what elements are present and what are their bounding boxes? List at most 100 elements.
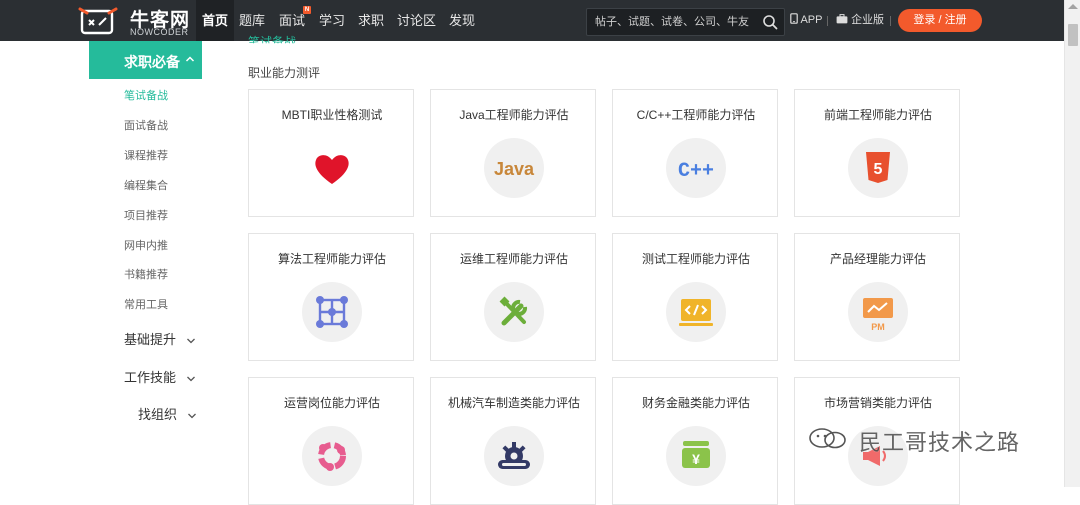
java-icon: Java: [494, 159, 535, 179]
nav-learn[interactable]: 学习: [319, 0, 345, 41]
divider: [890, 16, 891, 26]
card-title: 运营岗位能力评估: [283, 396, 380, 410]
card-title: 测试工程师能力评估: [641, 252, 750, 266]
gear-icon: [498, 442, 530, 469]
card-title: 机械汽车制造类能力评估: [447, 396, 580, 410]
card-icon-wrap: [302, 426, 362, 486]
card-title: 财务金融类能力评估: [641, 396, 750, 410]
logo[interactable]: 牛客网 NOWCODER: [78, 3, 193, 39]
wechat-icon: [809, 428, 846, 449]
phone-icon: [790, 13, 798, 24]
nav-interview-label: 面试: [279, 13, 306, 28]
chevron-down-icon: [187, 413, 196, 418]
card-title: 产品经理能力评估: [829, 252, 926, 266]
scroll-up-arrow-icon[interactable]: [1068, 4, 1078, 9]
card-title: 市场营销类能力评估: [823, 396, 932, 410]
assessment-card-mbti[interactable]: MBTI职业性格测试: [248, 89, 414, 217]
nav-jobs[interactable]: 求职: [358, 0, 384, 41]
new-badge: N: [303, 6, 312, 14]
card-icon-wrap: [302, 282, 362, 342]
svg-text:5: 5: [874, 161, 883, 178]
assessment-card-qa[interactable]: 测试工程师能力评估: [612, 233, 778, 361]
tools-icon: [499, 296, 528, 326]
app-label: APP: [800, 14, 823, 26]
watermark-text: 民工哥技术之路: [859, 430, 1021, 455]
breadcrumb[interactable]: 笔试备战: [248, 33, 296, 43]
assessment-card-ops[interactable]: 运维工程师能力评估: [430, 233, 596, 361]
top-navbar: 牛客网 NOWCODER 首页 题库 面试 N 学习 求职 讨论区 发现 APP…: [0, 0, 1064, 41]
chevron-up-icon: [185, 56, 195, 62]
html5-icon: 5: [866, 152, 890, 183]
sidebar-item-tools[interactable]: 常用工具: [124, 296, 168, 312]
card-icon-wrap: [484, 282, 544, 342]
code-icon: [679, 299, 713, 326]
card-icon-wrap: Java: [484, 138, 544, 198]
heart-icon: [315, 155, 349, 184]
sidebar-group-work-skills[interactable]: 工作技能: [124, 367, 196, 386]
card-title: C/C++工程师能力评估: [636, 108, 756, 122]
sidebar-group-label: 基础提升: [124, 332, 177, 347]
nav-discuss[interactable]: 讨论区: [397, 0, 436, 41]
card-title: 前端工程师能力评估: [823, 108, 932, 122]
sidebar-group-job-essentials[interactable]: 求职必备: [89, 41, 202, 79]
svg-text:¥: ¥: [692, 451, 700, 467]
card-icon-wrap: [484, 426, 544, 486]
app-link[interactable]: APP: [790, 0, 822, 41]
sidebar-item-programming[interactable]: 编程集合: [124, 177, 168, 193]
briefcase-icon: [836, 14, 848, 24]
card-title: MBTI职业性格测试: [281, 108, 383, 122]
sidebar-item-books[interactable]: 书籍推荐: [124, 266, 168, 282]
sidebar-group-label: 求职必备: [124, 54, 180, 70]
card-icon-wrap: 5: [848, 138, 908, 198]
assessment-card-finance[interactable]: 财务金融类能力评估 ¥: [612, 377, 778, 505]
algorithm-icon: [316, 296, 348, 328]
sidebar-item-interview-prep[interactable]: 面试备战: [124, 117, 168, 133]
sidebar-group-fundamentals[interactable]: 基础提升: [124, 329, 196, 348]
sidebar-group-label: 工作技能: [124, 370, 177, 385]
svg-text:Java: Java: [494, 159, 535, 179]
chevron-down-icon: [186, 338, 195, 343]
assessment-card-cpp[interactable]: C/C++工程师能力评估 C++: [612, 89, 778, 217]
svg-text:PM: PM: [871, 322, 885, 332]
assessment-card-mechanical[interactable]: 机械汽车制造类能力评估: [430, 377, 596, 505]
enterprise-label: 企业版: [851, 14, 885, 26]
card-title: 算法工程师能力评估: [277, 252, 386, 266]
section-title: 职业能力测评: [248, 66, 321, 80]
logo-icon: [78, 7, 118, 35]
assessment-card-java[interactable]: Java工程师能力评估 Java: [430, 89, 596, 217]
scroll-thumb[interactable]: [1068, 24, 1078, 46]
assessment-card-algorithm[interactable]: 算法工程师能力评估: [248, 233, 414, 361]
sidebar-item-courses[interactable]: 课程推荐: [124, 147, 168, 163]
card-icon-wrap: [302, 138, 362, 198]
card-icon-wrap: [666, 282, 726, 342]
card-title: 运维工程师能力评估: [459, 252, 568, 266]
card-title: Java工程师能力评估: [459, 108, 569, 122]
sidebar-group-label: 找组织: [138, 407, 178, 422]
page-scrollbar[interactable]: [1064, 0, 1080, 487]
assessment-card-operations[interactable]: 运营岗位能力评估: [248, 377, 414, 505]
search-icon[interactable]: [762, 14, 778, 30]
search-input[interactable]: [593, 9, 765, 35]
finance-icon: ¥: [682, 441, 710, 468]
card-icon-wrap: PM: [848, 282, 908, 342]
sidebar-group-organizations[interactable]: 找组织: [138, 404, 197, 423]
nav-discover[interactable]: 发现: [449, 0, 475, 41]
svg-text:C++: C++: [678, 160, 714, 183]
assessment-card-pm[interactable]: 产品经理能力评估 PM: [794, 233, 960, 361]
cpp-icon: C++: [678, 160, 714, 183]
nav-home[interactable]: 首页: [196, 0, 235, 41]
login-register-button[interactable]: 登录 / 注册: [898, 9, 982, 32]
card-icon-wrap: ¥: [666, 426, 726, 486]
watermark: 民工哥技术之路: [807, 425, 1047, 455]
assessment-card-frontend[interactable]: 前端工程师能力评估 5: [794, 89, 960, 217]
sidebar-item-referrals[interactable]: 网申内推: [124, 237, 168, 253]
enterprise-link[interactable]: 企业版: [836, 0, 884, 41]
operation-icon: [318, 442, 346, 471]
sidebar-item-written-test[interactable]: 笔试备战: [124, 87, 168, 103]
brand-sub: NOWCODER: [130, 27, 189, 37]
search-box: [586, 8, 785, 36]
sidebar-item-projects[interactable]: 项目推荐: [124, 207, 168, 223]
pm-icon: PM: [863, 298, 893, 332]
chevron-down-icon: [186, 376, 195, 381]
divider: [827, 16, 828, 26]
